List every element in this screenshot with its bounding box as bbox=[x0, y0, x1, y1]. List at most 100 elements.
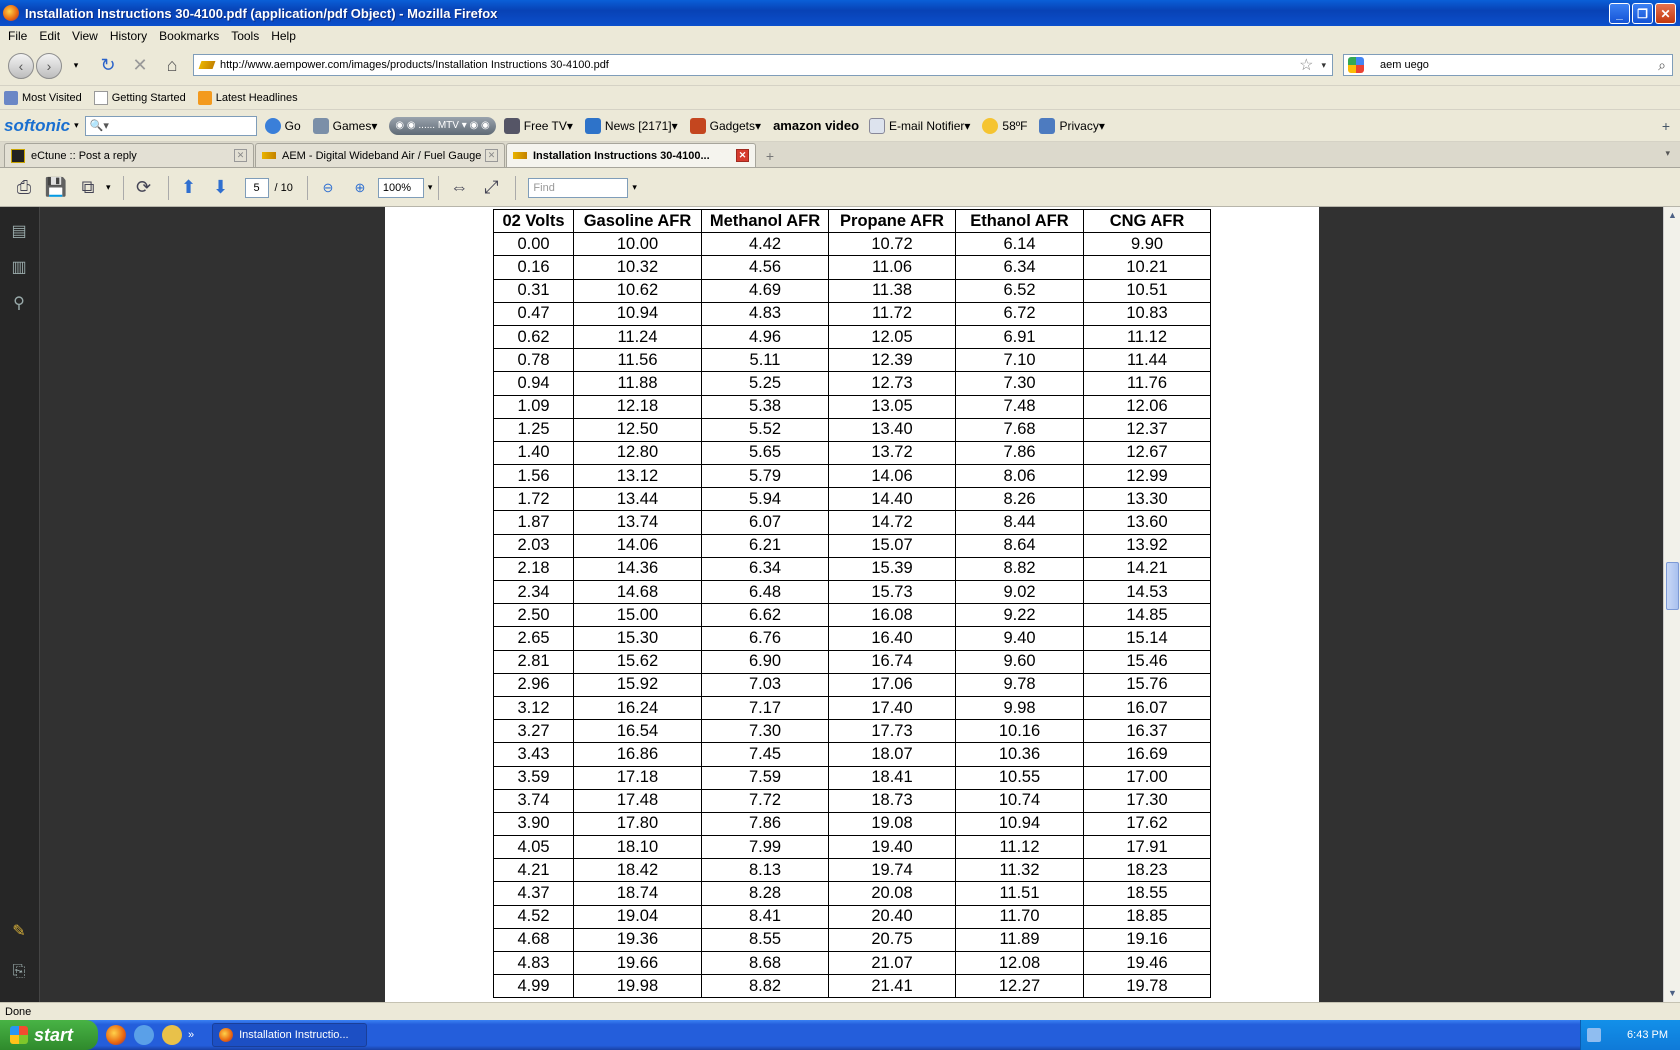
find-dropdown-icon[interactable]: ▾ bbox=[632, 182, 637, 193]
previous-page-icon[interactable]: ⬆ bbox=[175, 174, 203, 202]
tab-ectune[interactable]: eCtune :: Post a reply ✕ bbox=[4, 143, 254, 167]
menu-bookmarks[interactable]: Bookmarks bbox=[153, 29, 225, 43]
table-cell: 6.21 bbox=[701, 533, 829, 558]
taskbar-firefox-window[interactable]: Installation Instructio... bbox=[212, 1023, 368, 1047]
table-cell: 9.40 bbox=[955, 626, 1084, 651]
tab-list-dropdown-icon[interactable]: ▾ bbox=[1665, 148, 1670, 159]
bookmarks-panel-icon[interactable]: ▥ bbox=[9, 257, 29, 279]
tab-installation-instructions[interactable]: Installation Instructions 30-4100... ✕ bbox=[506, 143, 756, 167]
google-icon[interactable] bbox=[1348, 57, 1364, 73]
find-panel-icon[interactable]: ⚲ bbox=[9, 293, 29, 315]
table-cell: 11.76 bbox=[1083, 371, 1211, 396]
gadgets-menu[interactable]: Gadgets ▾ bbox=[689, 117, 761, 134]
zoom-dropdown-icon[interactable]: ▾ bbox=[428, 182, 433, 193]
menu-history[interactable]: History bbox=[104, 29, 153, 43]
site-favicon-icon bbox=[198, 61, 216, 69]
quicklaunch-ie-icon[interactable] bbox=[134, 1025, 154, 1045]
reload-icon[interactable]: ↻ bbox=[96, 54, 120, 78]
mtv-player[interactable]: ◉ ◉ ...... MTV ▾ ◉ ◉ bbox=[389, 116, 496, 135]
menu-file[interactable]: File bbox=[2, 29, 33, 43]
toolbar-search-input[interactable]: 🔍▾ bbox=[84, 115, 257, 136]
news-menu[interactable]: News [2171] ▾ bbox=[584, 117, 678, 134]
tab-close-icon[interactable]: ✕ bbox=[736, 149, 749, 162]
privacy-menu[interactable]: Privacy ▾ bbox=[1039, 117, 1105, 134]
save-icon[interactable]: 💾 bbox=[42, 174, 70, 202]
quicklaunch-app-icon[interactable] bbox=[162, 1025, 182, 1045]
menu-bar: File Edit View History Bookmarks Tools H… bbox=[0, 26, 1680, 46]
scrollbar-thumb[interactable] bbox=[1666, 562, 1679, 610]
fit-page-icon[interactable]: ⤢ bbox=[477, 174, 505, 202]
table-cell: 9.02 bbox=[955, 579, 1084, 605]
pages-panel-icon[interactable]: ▤ bbox=[9, 221, 29, 243]
zoom-in-icon[interactable]: ⊕ bbox=[346, 174, 374, 202]
search-input[interactable]: aem uego bbox=[1380, 59, 1658, 71]
minimize-button[interactable]: _ bbox=[1609, 3, 1630, 24]
find-input[interactable]: Find bbox=[528, 177, 629, 198]
header-propane-afr: Propane AFR bbox=[828, 208, 956, 234]
new-tab-icon[interactable]: + bbox=[757, 145, 783, 167]
share-dropdown-icon[interactable]: ▾ bbox=[106, 182, 111, 193]
scroll-up-icon[interactable]: ▲ bbox=[1664, 207, 1680, 224]
menu-tools[interactable]: Tools bbox=[225, 29, 265, 43]
bookmark-star-icon[interactable]: ☆ bbox=[1299, 55, 1313, 75]
zoom-out-icon[interactable]: ⊖ bbox=[314, 174, 342, 202]
table-cell: 0.94 bbox=[493, 371, 574, 396]
bookmark-latest-headlines[interactable]: Latest Headlines bbox=[197, 90, 298, 105]
table-row: 4.05 18.10 7.99 19.40 11.12 17.91 bbox=[493, 835, 1211, 860]
table-row: 2.03 14.06 6.21 15.07 8.64 13.92 bbox=[493, 533, 1211, 558]
vertical-scrollbar[interactable]: ▲ ▼ bbox=[1663, 207, 1680, 1002]
free-tv-menu[interactable]: Free TV ▾ bbox=[503, 117, 573, 134]
add-toolbar-icon[interactable]: + bbox=[1662, 118, 1670, 134]
comments-icon[interactable]: ✎ bbox=[9, 921, 29, 943]
header-cng-afr: CNG AFR bbox=[1083, 208, 1211, 234]
search-bar[interactable]: aem uego ⌕ bbox=[1343, 54, 1673, 76]
attach-document-icon[interactable]: ⟳ bbox=[130, 174, 158, 202]
tab-aem-gauge[interactable]: AEM - Digital Wideband Air / Fuel Gauge … bbox=[255, 143, 505, 167]
page-number-input[interactable]: 5 bbox=[244, 177, 269, 198]
close-window-button[interactable]: ✕ bbox=[1655, 3, 1676, 24]
tab-close-icon[interactable]: ✕ bbox=[485, 149, 498, 162]
softonic-dropdown-icon[interactable]: ▾ bbox=[74, 120, 79, 131]
back-button[interactable]: ‹ bbox=[8, 52, 34, 79]
quicklaunch-expand-icon[interactable]: » bbox=[188, 1029, 194, 1041]
amazon-video-button[interactable]: amazon video bbox=[773, 118, 859, 133]
history-dropdown-icon[interactable]: ▾ bbox=[64, 54, 88, 78]
games-menu[interactable]: Games ▾ bbox=[312, 117, 377, 134]
home-icon[interactable]: ⌂ bbox=[160, 54, 184, 78]
next-page-icon[interactable]: ⬇ bbox=[207, 174, 235, 202]
email-notifier-menu[interactable]: E-mail Notifier ▾ bbox=[869, 117, 970, 134]
start-button[interactable]: start bbox=[0, 1020, 98, 1050]
stop-icon[interactable]: ✕ bbox=[128, 54, 152, 78]
fit-width-icon[interactable]: ⇔ bbox=[445, 174, 473, 202]
bookmark-most-visited[interactable]: Most Visited bbox=[4, 90, 82, 105]
player-controls-icon[interactable]: ◉ ◉ ...... bbox=[395, 120, 435, 131]
menu-view[interactable]: View bbox=[66, 29, 104, 43]
scroll-down-icon[interactable]: ▼ bbox=[1664, 985, 1680, 1002]
bookmark-getting-started[interactable]: Getting Started bbox=[93, 90, 186, 105]
weather-button[interactable]: 58ºF bbox=[982, 117, 1027, 134]
network-icon[interactable] bbox=[1587, 1028, 1602, 1042]
go-button[interactable]: Go bbox=[264, 117, 301, 134]
go-arrow-icon bbox=[264, 117, 281, 134]
url-bar[interactable]: http://www.aempower.com/images/products/… bbox=[193, 54, 1333, 76]
forward-button[interactable]: › bbox=[36, 52, 62, 79]
softonic-logo[interactable]: softonic bbox=[4, 116, 70, 136]
menu-edit[interactable]: Edit bbox=[33, 29, 66, 43]
table-cell: 2.81 bbox=[493, 649, 574, 674]
url-dropdown-icon[interactable]: ▾ bbox=[1321, 60, 1326, 71]
zoom-select[interactable]: 100% bbox=[377, 177, 424, 198]
quicklaunch-firefox-icon[interactable] bbox=[106, 1025, 126, 1045]
table-cell: 19.46 bbox=[1083, 950, 1211, 976]
table-row: 2.18 14.36 6.34 15.39 8.82 14.21 bbox=[493, 556, 1211, 582]
tab-close-icon[interactable]: ✕ bbox=[234, 149, 247, 162]
print-icon[interactable]: ⎙ bbox=[10, 174, 38, 202]
url-text[interactable]: http://www.aempower.com/images/products/… bbox=[220, 59, 1299, 71]
menu-help[interactable]: Help bbox=[265, 29, 302, 43]
table-cell: 0.31 bbox=[493, 278, 574, 303]
restore-button[interactable]: ❐ bbox=[1632, 3, 1653, 24]
page-icon bbox=[93, 90, 108, 105]
table-cell: 11.06 bbox=[828, 255, 956, 280]
attachments-icon[interactable]: ⎘ bbox=[9, 963, 29, 985]
share-icon[interactable]: ⧉ bbox=[74, 174, 102, 202]
search-icon[interactable]: ⌕ bbox=[1658, 57, 1666, 74]
